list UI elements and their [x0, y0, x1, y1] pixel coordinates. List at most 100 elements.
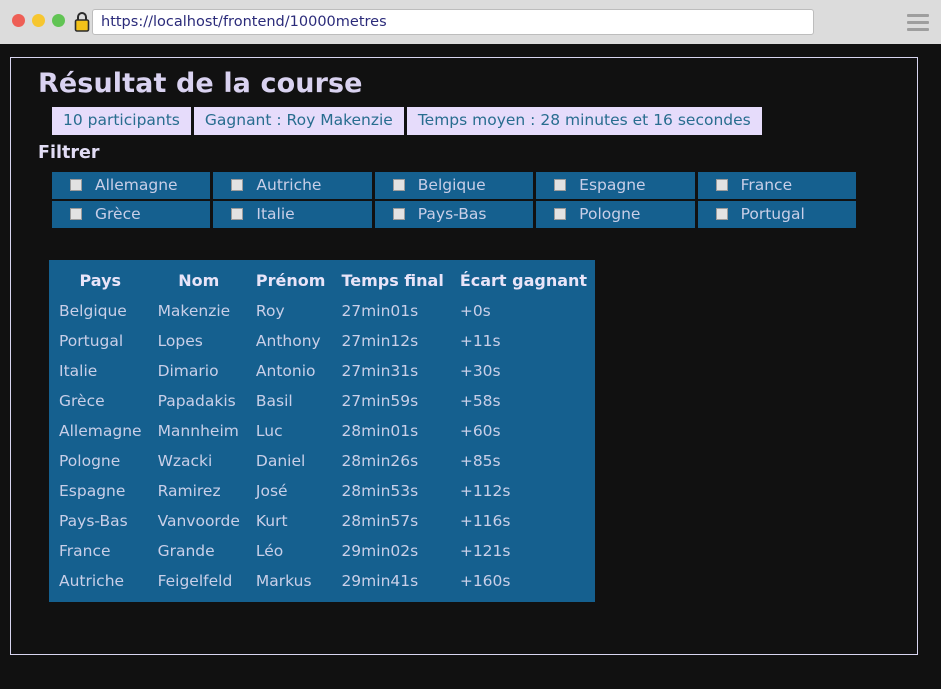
cell-temps-final: 27min59s: [341, 392, 419, 411]
cell-ecart-gagnant: +116s: [459, 512, 511, 531]
content-panel: Résultat de la course 10 participants Ga…: [10, 57, 918, 655]
cell-temps-final: 27min12s: [341, 332, 419, 351]
checkbox-autriche[interactable]: [231, 179, 244, 192]
cell-prenom: Kurt: [255, 512, 288, 531]
table-row: Espagne Ramirez José 28min53s +112s: [49, 476, 595, 506]
filter-cell-allemagne[interactable]: Allemagne: [52, 172, 211, 200]
filter-label-italie: Italie: [256, 205, 295, 224]
checkbox-italie[interactable]: [231, 208, 244, 221]
cell-nom: Papadakis: [157, 392, 236, 411]
checkbox-allemagne[interactable]: [70, 179, 82, 192]
table-header-row: Pays Nom Prénom Temps final Écart gagnan…: [49, 260, 595, 296]
cell-ecart-gagnant: +85s: [459, 452, 501, 471]
cell-nom: Vanvoorde: [157, 512, 240, 531]
cell-pays: Pologne: [59, 452, 121, 471]
table-row: Italie Dimario Antonio 27min31s +30s: [49, 356, 595, 386]
filter-cell-portugal[interactable]: Portugal: [697, 201, 856, 229]
cell-prenom: Daniel: [255, 452, 306, 471]
cell-temps-final: 29min02s: [341, 542, 419, 561]
checkbox-portugal[interactable]: [715, 208, 728, 221]
page-title: Résultat de la course: [38, 68, 363, 99]
filter-row: Allemagne Autriche Belgique Espagne Fran…: [52, 172, 856, 200]
table-row: Portugal Lopes Anthony 27min12s +11s: [49, 326, 595, 356]
cell-temps-final: 28min01s: [341, 422, 419, 441]
cell-pays: Italie: [59, 362, 98, 381]
checkbox-grece[interactable]: [70, 208, 82, 221]
cell-pays: Autriche: [59, 572, 125, 591]
hamburger-menu-icon[interactable]: [905, 10, 931, 34]
cell-prenom: Anthony: [255, 332, 321, 351]
cell-prenom: Antonio: [255, 362, 316, 381]
filter-label-espagne: Espagne: [579, 176, 646, 195]
filter-label-france: France: [740, 176, 793, 195]
filter-cell-italie[interactable]: Italie: [213, 201, 372, 229]
cell-prenom: Roy: [255, 302, 285, 321]
cell-pays: Espagne: [59, 482, 126, 501]
filter-label-pays-bas: Pays-Bas: [417, 205, 487, 224]
window-controls: [12, 14, 65, 27]
checkbox-belgique[interactable]: [392, 179, 405, 192]
filter-cell-pologne[interactable]: Pologne: [536, 201, 695, 229]
browser-chrome: https://localhost/frontend/10000metres: [0, 0, 941, 44]
filter-label-pologne: Pologne: [579, 205, 641, 224]
cell-nom: Makenzie: [157, 302, 231, 321]
filter-label-autriche: Autriche: [256, 176, 322, 195]
filter-label-allemagne: Allemagne: [95, 176, 178, 195]
cell-ecart-gagnant: +121s: [459, 542, 511, 561]
filter-row: Grèce Italie Pays-Bas Pologne Portugal: [52, 201, 856, 229]
page-viewport: Résultat de la course 10 participants Ga…: [0, 44, 941, 689]
column-header-nom[interactable]: Nom: [150, 260, 248, 296]
cell-nom: Ramirez: [157, 482, 221, 501]
filter-label-grece: Grèce: [95, 205, 141, 224]
filter-cell-espagne[interactable]: Espagne: [536, 172, 695, 200]
race-results-table: Pays Nom Prénom Temps final Écart gagnan…: [49, 260, 596, 603]
cell-temps-final: 28min26s: [341, 452, 419, 471]
lock-icon: [72, 10, 92, 34]
cell-ecart-gagnant: +11s: [459, 332, 501, 351]
column-header-temps-final[interactable]: Temps final: [333, 260, 451, 296]
filter-cell-france[interactable]: France: [697, 172, 856, 200]
cell-prenom: Léo: [255, 542, 284, 561]
minimize-window-button[interactable]: [32, 14, 45, 27]
table-body: Belgique Makenzie Roy 27min01s +0s Portu…: [49, 296, 595, 602]
cell-pays: Portugal: [59, 332, 124, 351]
cell-temps-final: 28min57s: [341, 512, 419, 531]
badge-participants: 10 participants: [52, 107, 191, 136]
cell-nom: Grande: [157, 542, 215, 561]
cell-ecart-gagnant: +112s: [459, 482, 511, 501]
filter-cell-grece[interactable]: Grèce: [52, 201, 211, 229]
cell-temps-final: 29min41s: [341, 572, 419, 591]
cell-temps-final: 27min01s: [341, 302, 419, 321]
table-row: Autriche Feigelfeld Markus 29min41s +160…: [49, 566, 595, 602]
table-row: Pays-Bas Vanvoorde Kurt 28min57s +116s: [49, 506, 595, 536]
cell-prenom: José: [255, 482, 288, 501]
column-header-prenom[interactable]: Prénom: [248, 260, 334, 296]
checkbox-pays-bas[interactable]: [392, 208, 405, 221]
cell-pays: Allemagne: [59, 422, 142, 441]
cell-pays: Belgique: [59, 302, 127, 321]
menu-bar-1: [907, 13, 929, 17]
close-window-button[interactable]: [12, 14, 25, 27]
filter-heading: Filtrer: [38, 143, 100, 164]
checkbox-espagne[interactable]: [554, 179, 567, 192]
checkbox-pologne[interactable]: [554, 208, 567, 221]
filter-cell-pays-bas[interactable]: Pays-Bas: [374, 201, 534, 229]
column-header-ecart-gagnant[interactable]: Écart gagnant: [452, 260, 595, 296]
checkbox-france[interactable]: [715, 179, 728, 192]
cell-ecart-gagnant: +160s: [459, 572, 511, 591]
cell-nom: Mannheim: [157, 422, 239, 441]
cell-temps-final: 28min53s: [341, 482, 419, 501]
column-header-pays[interactable]: Pays: [49, 260, 150, 296]
badge-average-time: Temps moyen : 28 minutes et 16 secondes: [406, 107, 762, 136]
table-row: Belgique Makenzie Roy 27min01s +0s: [49, 296, 595, 326]
cell-pays: Pays-Bas: [59, 512, 128, 531]
cell-prenom: Luc: [255, 422, 283, 441]
menu-bar-3: [907, 27, 929, 31]
maximize-window-button[interactable]: [52, 14, 65, 27]
country-filter-grid: Allemagne Autriche Belgique Espagne Fran…: [49, 170, 859, 230]
address-bar[interactable]: https://localhost/frontend/10000metres: [92, 9, 814, 35]
filter-cell-autriche[interactable]: Autriche: [213, 172, 372, 200]
cell-ecart-gagnant: +0s: [459, 302, 491, 321]
filter-cell-belgique[interactable]: Belgique: [374, 172, 534, 200]
table-row: Pologne Wzacki Daniel 28min26s +85s: [49, 446, 595, 476]
